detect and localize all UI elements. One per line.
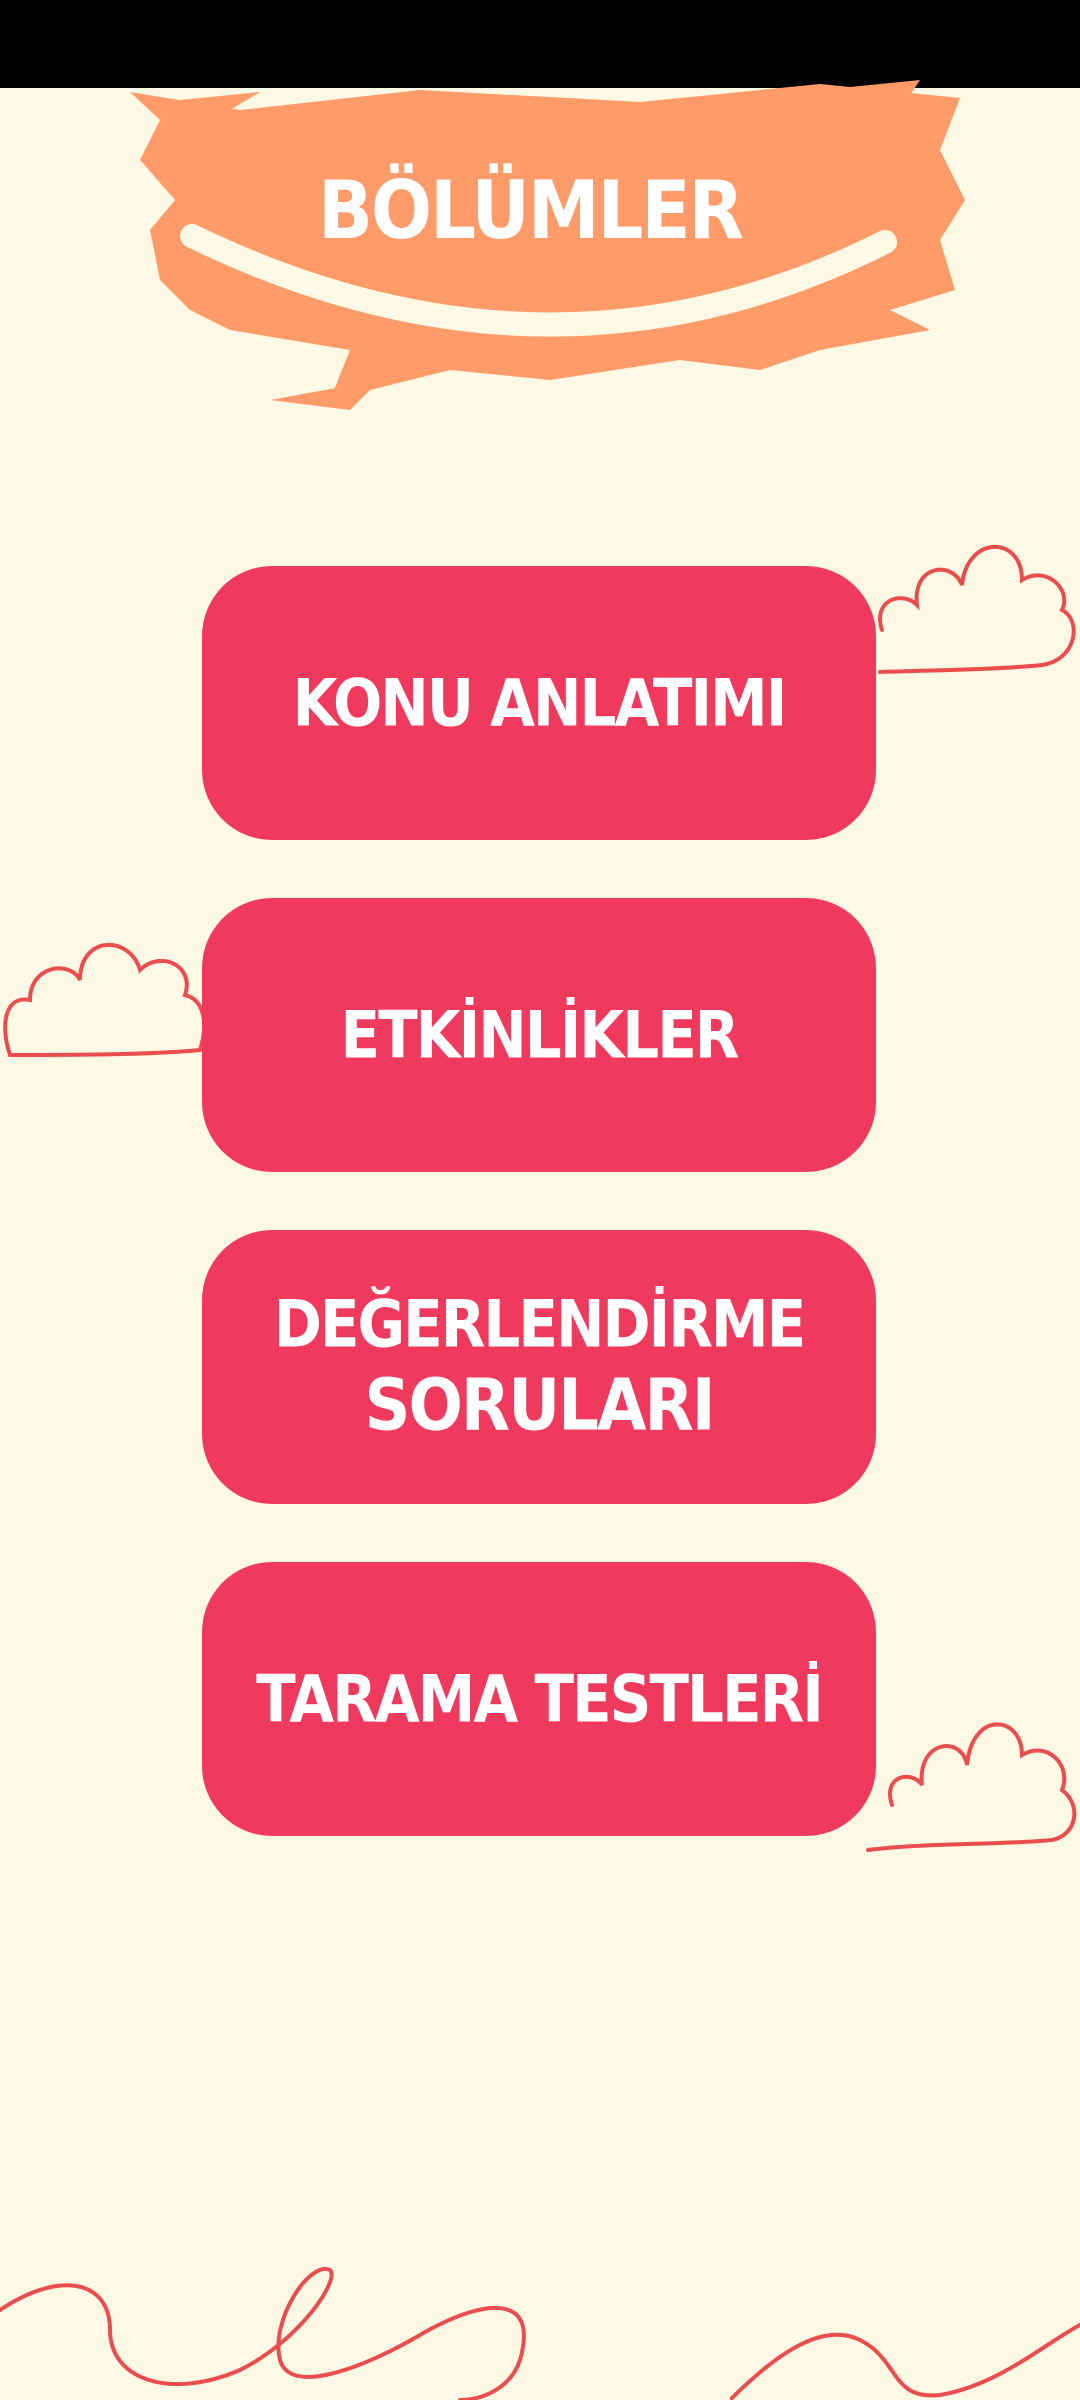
degerlendirme-sorulari-button[interactable]: DEĞERLENDİRME SORULARI [202, 1230, 876, 1504]
squiggle-doodle-icon [730, 2323, 1080, 2400]
konu-anlatimi-button[interactable]: KONU ANLATIMI [202, 566, 876, 840]
etkinlikler-button[interactable]: ETKİNLİKLER [202, 898, 876, 1172]
cloud-doodle-icon [878, 544, 1076, 674]
cloud-doodle-icon [3, 943, 207, 1058]
tarama-testleri-button[interactable]: TARAMA TESTLERİ [202, 1562, 876, 1836]
konu-anlatimi-label: KONU ANLATIMI [292, 664, 788, 741]
tarama-testleri-label: TARAMA TESTLERİ [256, 1660, 824, 1737]
cloud-doodle-icon [866, 1722, 1077, 1852]
status-bar [0, 0, 1080, 88]
etkinlikler-label: ETKİNLİKLER [340, 996, 740, 1073]
degerlendirme-label-line2: SORULARI [364, 1364, 715, 1448]
page-title: BÖLÜMLER [317, 162, 744, 258]
degerlendirme-label-line1: DEĞERLENDİRME [273, 1285, 806, 1362]
header-brush-splash [130, 80, 965, 410]
squiggle-doodle-icon [0, 2266, 526, 2400]
